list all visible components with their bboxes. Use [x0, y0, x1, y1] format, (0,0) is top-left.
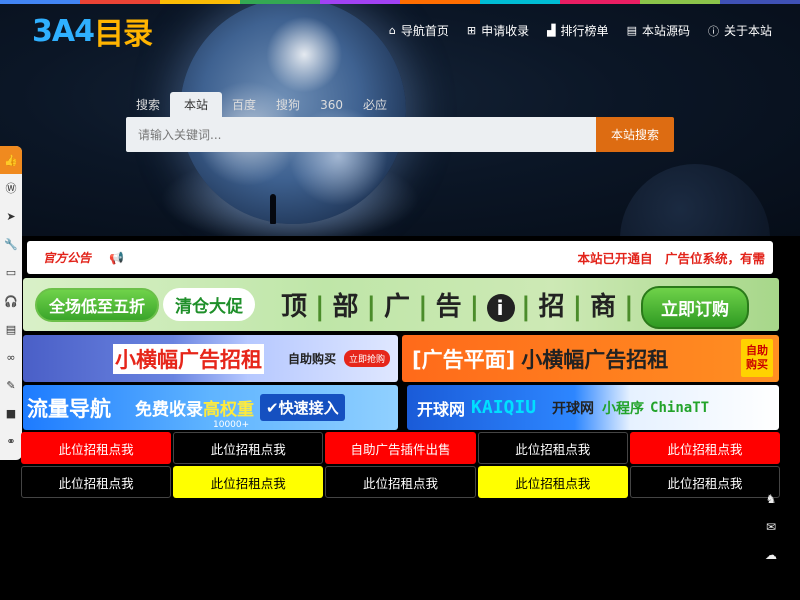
nav-item-about[interactable]: ⓘ 关于本站 — [708, 22, 772, 39]
drive-icon[interactable]: ▭ — [0, 259, 22, 287]
tab-baidu[interactable]: 百度 — [222, 92, 266, 118]
small-banner-right-1[interactable]: [广告平面] 小横幅广告招租 自助购买 — [402, 335, 779, 382]
thumbs-up-icon[interactable]: 👍 — [0, 146, 22, 175]
left-sidebar: 👍 Ⓦ ➤ 🔧 ▭ 🎧 ▤ ∞ ✎ ■ ⚭ — [0, 146, 22, 461]
small-banner-right-2[interactable]: 开球网 KAIQIU 开球网 小程序 ChinaTT — [407, 385, 779, 430]
nav-label: 排行榜单 — [560, 24, 609, 38]
text-ad-link[interactable]: 此位招租点我 — [173, 466, 324, 498]
banner-tag: [广告平面] — [412, 347, 516, 372]
wrench-icon[interactable]: 🔧 — [0, 231, 22, 259]
headphones-icon[interactable]: 🎧 — [0, 287, 22, 315]
buy-now-badge: 立即抢购 — [344, 350, 391, 367]
tab-site[interactable]: 本站 — [170, 92, 223, 118]
top-ad-banner[interactable]: 全场低至五折 清仓大促 顶|部|广|告|i|招|商|中 立即订购 — [23, 278, 779, 331]
headline-char: 广 — [384, 292, 413, 322]
book-icon[interactable]: ▤ — [0, 315, 22, 343]
text-ad-link[interactable]: 此位招租点我 — [173, 432, 324, 464]
banner-title: 流量导航 — [27, 396, 111, 421]
announcement-text-part1: 本站已开通自 — [577, 251, 653, 266]
link-icon[interactable]: ∞ — [0, 343, 22, 371]
headline-char: 商 — [590, 292, 619, 322]
text-ad-link[interactable]: 此位招租点我 — [629, 466, 780, 498]
person-silhouette — [270, 194, 276, 224]
banner-high-weight: 高权重 — [203, 400, 254, 420]
banner-title: 小横幅广告招租 — [521, 347, 669, 372]
hero-header: 3A4 目录 ⌂ 导航首页 ⊞ 申请收录 ▟ 排行榜单 ▤ 本站源码 ⓘ 关于本 — [0, 4, 800, 236]
search-bar: 本站搜索 — [126, 117, 674, 152]
wordpress-icon[interactable]: Ⓦ — [0, 174, 22, 202]
announcement-text-part2: 广告位系统，有需 — [664, 251, 765, 266]
info-circle-icon: i — [487, 293, 516, 322]
tab-sogou[interactable]: 搜狗 — [266, 92, 310, 118]
wechat-icon[interactable]: ☁ — [762, 546, 780, 564]
text-ad-link[interactable]: 此位招租点我 — [629, 432, 780, 464]
logo-text-primary: 3A4 — [32, 13, 95, 49]
banner-discount-pill: 全场低至五折 — [35, 287, 160, 322]
text-ad-link[interactable]: 自助广告插件出售 — [325, 432, 476, 464]
banner-free-text: 免费收录 — [135, 400, 203, 420]
nav-label: 导航首页 — [400, 24, 449, 38]
announcement-gap — [652, 251, 665, 266]
qq-icon[interactable]: ♞ — [762, 490, 780, 508]
announcement-label: 官方公告 — [43, 251, 92, 265]
headline-char: 顶 — [281, 292, 310, 322]
site-logo[interactable]: 3A4 目录 — [32, 13, 153, 53]
nav-item-submit[interactable]: ⊞ 申请收录 — [467, 22, 529, 39]
headline-char: 部 — [332, 292, 361, 322]
right-float-toolbar: ♞ ✉ ☁ — [762, 490, 780, 564]
search-button[interactable]: 本站搜索 — [596, 117, 674, 152]
banner-fast-access: ✔快速接入 — [260, 394, 345, 421]
banner-headline: 顶|部|广|告|i|招|商|中 — [281, 286, 670, 323]
self-purchase-badge: 自助购买 — [741, 339, 773, 377]
banner-title: 小横幅广告招租 — [113, 343, 264, 374]
link-icon[interactable]: ⚭ — [0, 428, 22, 456]
announcement-text[interactable]: 本站已开通自 广告位系统，有需 — [577, 248, 765, 267]
headline-char: 告 — [435, 292, 464, 322]
video-icon[interactable]: ■ — [0, 400, 22, 428]
tab-bing[interactable]: 必应 — [353, 92, 397, 118]
text-ad-link[interactable]: 此位招租点我 — [21, 466, 172, 498]
mini-program: 小程序 — [602, 400, 645, 417]
background-planet — [620, 164, 770, 236]
top-nav: ⌂ 导航首页 ⊞ 申请收录 ▟ 排行榜单 ▤ 本站源码 ⓘ 关于本站 — [389, 22, 772, 39]
book-icon: ▤ — [626, 24, 637, 37]
nav-label: 申请收录 — [481, 24, 530, 38]
plus-square-icon: ⊞ — [466, 24, 477, 37]
send-icon[interactable]: ➤ — [0, 202, 22, 230]
home-icon: ⌂ — [388, 24, 396, 37]
nav-item-source[interactable]: ▤ 本站源码 — [627, 22, 690, 39]
nav-item-home[interactable]: ⌂ 导航首页 — [389, 22, 449, 39]
tab-360[interactable]: 360 — [310, 92, 353, 118]
text-ad-link[interactable]: 此位招租点我 — [325, 466, 476, 498]
info-icon: ⓘ — [707, 24, 719, 38]
banner-count: 10000+ — [213, 420, 250, 430]
announcement-bar: 官方公告 📢 本站已开通自 广告位系统，有需 — [27, 241, 773, 274]
banner-sale-pill: 清仓大促 — [163, 288, 256, 321]
search-input[interactable] — [126, 117, 596, 152]
brand-en: KAIQIU — [471, 397, 537, 418]
brand-cn: 开球网 — [417, 399, 466, 419]
headline-char: 招 — [538, 292, 567, 322]
text-ad-link[interactable]: 此位招租点我 — [477, 432, 628, 464]
page: 3A4 目录 ⌂ 导航首页 ⊞ 申请收录 ▟ 排行榜单 ▤ 本站源码 ⓘ 关于本 — [0, 0, 800, 600]
nav-label: 关于本站 — [723, 24, 772, 38]
mail-icon[interactable]: ✉ — [762, 518, 780, 536]
text-ad-grid: 此位招租点我 此位招租点我 自助广告插件出售 此位招租点我 此位招租点我 此位招租点我 此位… — [21, 432, 780, 498]
nav-label: 本站源码 — [641, 24, 690, 38]
logo-text-secondary: 目录 — [93, 17, 153, 52]
brush-icon[interactable]: ✎ — [0, 372, 22, 400]
megaphone-icon: 📢 — [109, 250, 124, 265]
tab-search[interactable]: 搜索 — [126, 92, 170, 118]
nav-item-ranking[interactable]: ▟ 排行榜单 — [547, 22, 608, 39]
small-banner-left-2[interactable]: 流量导航 免费收录 高权重 ✔快速接入 10000+ — [23, 385, 398, 430]
text-ad-link[interactable]: 此位招租点我 — [477, 466, 628, 498]
bar-chart-icon: ▟ — [547, 24, 556, 37]
search-engine-tabs: 搜索 本站 百度 搜狗 360 必应 — [126, 92, 397, 118]
text-ad-link[interactable]: 此位招租点我 — [21, 432, 172, 464]
banner-subtitle: 自助购买 — [288, 352, 337, 366]
order-now-button[interactable]: 立即订购 — [641, 286, 749, 329]
small-banner-left-1[interactable]: 小横幅广告招租 自助购买 立即抢购 — [23, 335, 398, 382]
site-name: ChinaTT — [650, 399, 710, 416]
brand-name: 开球网 — [552, 400, 595, 417]
